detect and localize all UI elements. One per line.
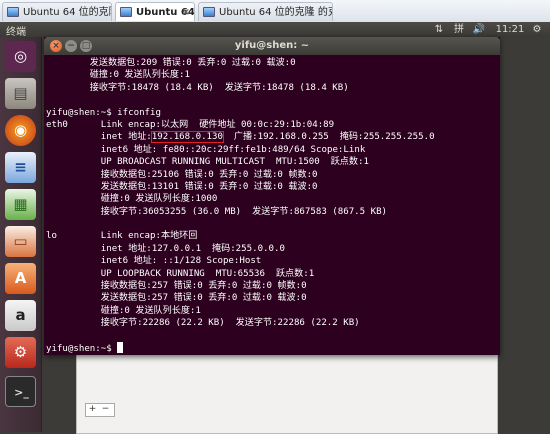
highlighted-ip-address: 192.168.0.130 xyxy=(150,131,224,144)
file-cabinet-icon[interactable]: ▤ xyxy=(5,78,36,109)
settings-icon[interactable]: ⚙ xyxy=(5,337,36,368)
power-gear-icon[interactable]: ⚙ xyxy=(530,22,544,37)
tab-label: Ubuntu 64 位的克隆 xyxy=(23,7,112,18)
terminal-line: lo Link encap:本地环回 xyxy=(46,231,198,242)
terminal-window[interactable]: × − □ yifu@shen: ~ 发送数据包:209 错误:0 丢弃:0 过… xyxy=(44,37,500,355)
presentation-icon[interactable]: ▭ xyxy=(5,226,36,257)
terminal-line: 接收字节:18478 (18.4 KB) 发送字节:18478 (18.4 KB… xyxy=(46,82,349,93)
terminal-line: inet 地址:127.0.0.1 掩码:255.0.0.0 xyxy=(46,243,285,254)
add-remove-control: + − xyxy=(85,403,115,417)
terminal-output[interactable]: 发送数据包:209 错误:0 丢弃:0 过载:0 载波:0 碰撞:0 发送队列长… xyxy=(44,55,500,355)
terminal-titlebar[interactable]: × − □ yifu@shen: ~ xyxy=(44,37,500,55)
terminal-title: yifu@shen: ~ xyxy=(234,40,310,51)
terminal-line: 接收字节:36053255 (36.0 MB) 发送字节:867583 (867… xyxy=(46,206,388,217)
vm-icon xyxy=(120,7,132,17)
clock[interactable]: 11:21 xyxy=(494,22,526,37)
terminal-line: yifu@shen:~$ xyxy=(46,341,500,354)
remove-button[interactable]: − xyxy=(99,404,112,415)
terminal-icon[interactable]: >_ xyxy=(5,376,36,407)
firefox-icon[interactable]: ◉ xyxy=(5,115,36,146)
ubuntu-logo-icon[interactable]: ◎ xyxy=(5,41,36,72)
amazon-icon[interactable]: a xyxy=(5,300,36,331)
top-panel: 终端 ⇅ 拼 🔊 11:21 ⚙ xyxy=(0,22,550,38)
launcher: ◎ ▤ ◉ ≡ ▦ ▭ A a ⚙ >_ xyxy=(0,37,42,432)
terminal-line: 接收数据包:257 错误:0 丢弃:0 过载:0 帧数:0 xyxy=(46,281,307,292)
terminal-line: 碰撞:0 发送队列长度:1 xyxy=(46,305,201,316)
terminal-cursor xyxy=(117,341,124,353)
spreadsheet-icon[interactable]: ▦ xyxy=(5,189,36,220)
tab-ubuntu-64-clone-clone[interactable]: Ubuntu 64 位的克隆 的克隆 xyxy=(198,2,333,21)
terminal-line: 发送数据包:13101 错误:0 丢弃:0 过载:0 载波:0 xyxy=(46,181,318,192)
terminal-line: inet6 地址: ::1/128 Scope:Host xyxy=(46,256,262,267)
tab-ubuntu-64[interactable]: Ubuntu 64 × xyxy=(115,2,195,21)
vm-icon xyxy=(203,7,215,17)
terminal-line: 碰撞:0 发送队列长度:1 xyxy=(46,70,190,81)
input-method-icon[interactable]: 拼 xyxy=(452,22,466,37)
panel-app-title: 终端 xyxy=(6,27,26,38)
terminal-line: 碰撞:0 发送队列长度:1000 xyxy=(46,194,218,205)
terminal-line: inet6 地址: fe80::20c:29ff:fe1b:489/64 Sco… xyxy=(46,144,366,155)
terminal-line: eth0 Link encap:以太网 硬件地址 00:0c:29:1b:04:… xyxy=(46,119,335,130)
vm-icon xyxy=(7,7,19,17)
terminal-line: 发送数据包:257 错误:0 丢弃:0 过载:0 载波:0 xyxy=(46,293,307,304)
close-tab-icon[interactable]: × xyxy=(182,3,190,21)
terminal-line: yifu@shen:~$ ifconfig xyxy=(46,107,161,118)
terminal-line: 接收数据包:25106 错误:0 丢弃:0 过载:0 帧数:0 xyxy=(46,169,318,180)
terminal-line: 发送数据包:209 错误:0 丢弃:0 过载:0 载波:0 xyxy=(46,58,296,68)
vm-tab-bar: Ubuntu 64 位的克隆 Ubuntu 64 × Ubuntu 64 位的克… xyxy=(0,0,550,23)
terminal-line: UP BROADCAST RUNNING MULTICAST MTU:1500 … xyxy=(46,157,369,168)
tab-ubuntu-64-clone[interactable]: Ubuntu 64 位的克隆 xyxy=(2,2,112,21)
network-icon[interactable]: ⇅ xyxy=(432,22,446,37)
software-center-icon[interactable]: A xyxy=(5,263,36,294)
tab-label: Ubuntu 64 位的克隆 的克隆 xyxy=(219,7,332,18)
terminal-line: 接收字节:22286 (22.2 KB) 发送字节:22286 (22.2 KB… xyxy=(46,318,360,329)
terminal-line: UP LOOPBACK RUNNING MTU:65536 跃点数:1 xyxy=(46,268,315,279)
add-button[interactable]: + xyxy=(86,404,99,415)
writer-document-icon[interactable]: ≡ xyxy=(5,152,36,183)
sound-icon[interactable]: 🔊 xyxy=(472,22,486,37)
terminal-line: inet 地址:192.168.0.130 广播:192.168.0.255 掩… xyxy=(46,131,435,144)
